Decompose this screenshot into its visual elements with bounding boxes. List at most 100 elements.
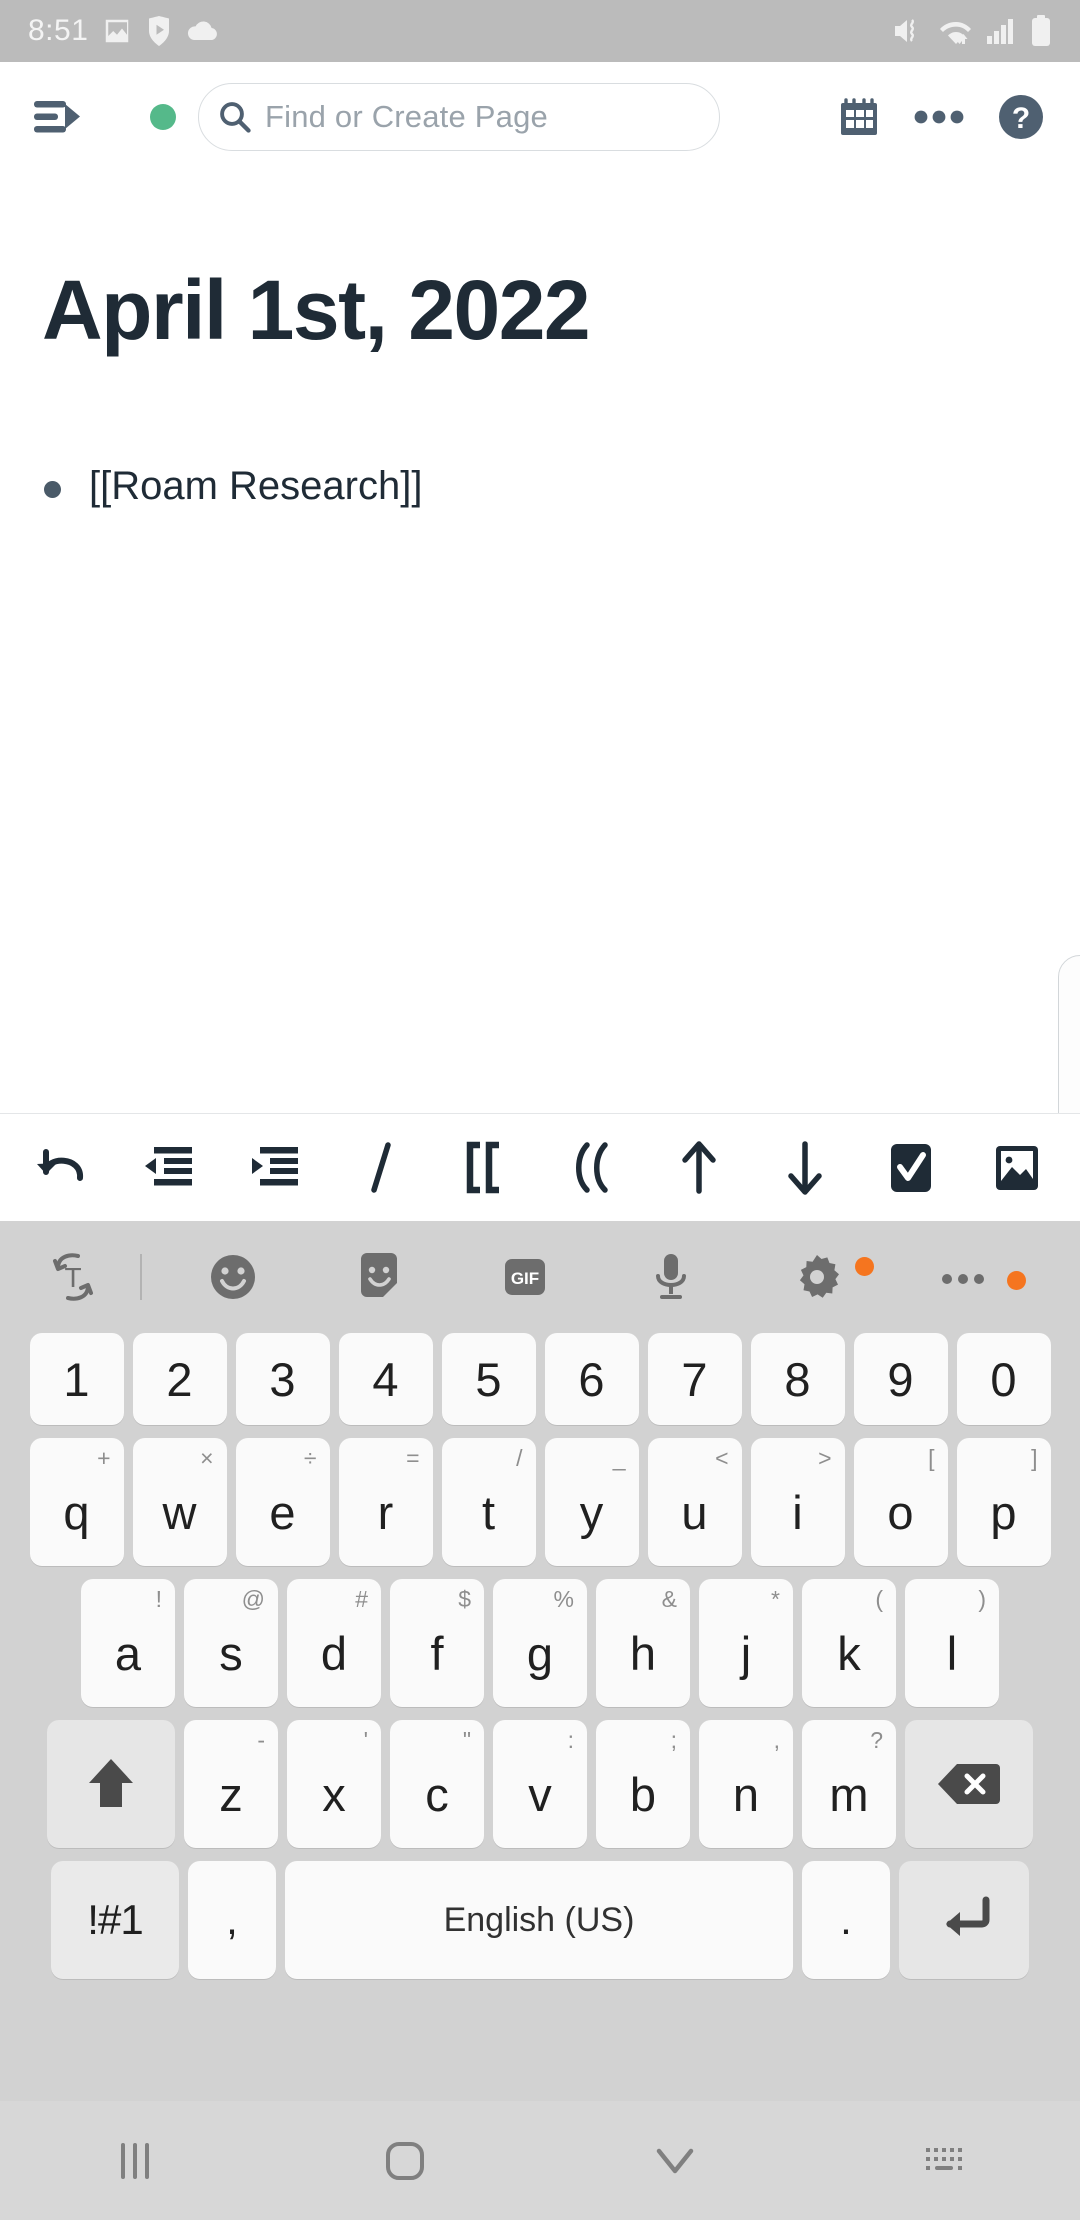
key-p[interactable]: ] p [956,1438,1051,1566]
key-g[interactable]: % g [493,1579,587,1707]
backspace-key[interactable] [905,1720,1033,1848]
key-e[interactable]: ÷ e [235,1438,330,1566]
cloud-icon [188,21,218,40]
key-w[interactable]: × w [132,1438,227,1566]
key-i[interactable]: > i [750,1438,845,1566]
keyboard-switcher-icon [926,2147,962,2170]
help-circle-icon[interactable]: ? [998,94,1044,140]
period-key[interactable]: . [802,1861,890,1979]
key-label: 7 [681,1352,708,1406]
key-3[interactable]: 3 [235,1333,330,1425]
recents-icon [121,2142,149,2179]
key-c[interactable]: " c [390,1720,484,1848]
keyboard-more-button[interactable] [890,1269,1036,1290]
key-2[interactable]: 2 [132,1333,227,1425]
key-s[interactable]: @ s [184,1579,278,1707]
key-m[interactable]: ? m [802,1720,896,1848]
key-z[interactable]: -z [184,1720,278,1848]
key-k[interactable]: (k [802,1579,896,1707]
image-button[interactable] [980,1131,1054,1205]
key-o[interactable]: [o [853,1438,948,1566]
key-label: 4 [372,1352,399,1406]
key-b[interactable]: ; b [596,1720,690,1848]
key-x[interactable]: ' x [287,1720,381,1848]
bullet-icon [44,481,61,498]
space-key[interactable]: English (US) [285,1861,793,1979]
calendar-icon[interactable] [838,95,880,139]
key-label: d [320,1627,348,1680]
key-q[interactable]: + q [29,1438,124,1566]
enter-key[interactable] [899,1861,1029,1979]
symbols-key[interactable]: !#1 [51,1861,179,1979]
emoji-button[interactable] [160,1249,306,1305]
key-8[interactable]: 8 [750,1333,845,1425]
key-label: i [792,1486,803,1539]
more-horizontal-icon [942,1274,984,1284]
key-0[interactable]: 0 [956,1333,1051,1425]
home-icon [386,2141,424,2180]
undo-button[interactable] [26,1131,100,1205]
key-y[interactable]: _ y [544,1438,639,1566]
move-up-button[interactable] [662,1131,736,1205]
keyboard-switch-button[interactable] [810,2143,1080,2179]
key-label: a [114,1627,142,1680]
outdent-button[interactable] [132,1131,206,1205]
key-t[interactable]: / t [441,1438,536,1566]
comma-key[interactable]: , [188,1861,276,1979]
keyboard-rows: 1 2 3 4 5 6 7 8 9 0 + q × w ÷ e = r / t _ y < u… [0,1333,1080,1979]
key-a[interactable]: ! a [81,1579,175,1707]
voice-input-button[interactable] [598,1248,744,1306]
key-label: 8 [784,1352,811,1406]
key-label: n [732,1768,760,1821]
key-j[interactable]: * j [699,1579,793,1707]
key-r[interactable]: = r [338,1438,433,1566]
hide-keyboard-button[interactable] [540,2145,810,2177]
block-ref-button[interactable] [556,1131,630,1205]
home-button[interactable] [270,2139,540,2183]
recents-button[interactable] [0,2140,270,2182]
key-9[interactable]: 9 [853,1333,948,1425]
move-down-button[interactable] [768,1131,842,1205]
key-label: c [425,1768,449,1821]
key-label: y [579,1486,604,1539]
search-input[interactable]: Find or Create Page [198,83,720,151]
key-label: 3 [269,1352,296,1406]
indent-button[interactable] [238,1131,312,1205]
key-f[interactable]: $ f [390,1579,484,1707]
key-u[interactable]: < u [647,1438,742,1566]
key-label: !#1 [87,1896,143,1943]
key-label: p [990,1486,1017,1539]
shift-key[interactable] [47,1720,175,1848]
key-5[interactable]: 5 [441,1333,536,1425]
page-link-button[interactable] [450,1131,524,1205]
more-horizontal-icon[interactable] [914,109,964,125]
key-6[interactable]: 6 [544,1333,639,1425]
key-alt-label: $ [458,1586,471,1612]
page-title[interactable]: April 1st, 2022 [42,268,1080,352]
key-h[interactable]: & h [596,1579,690,1707]
block-row[interactable]: [[Roam Research]] [44,460,1080,512]
key-alt-label: ÷ [303,1445,317,1471]
key-v[interactable]: :v [493,1720,587,1848]
key-7[interactable]: 7 [647,1333,742,1425]
key-label: . [840,1896,852,1943]
key-alt-label: : [567,1727,574,1753]
key-label: m [829,1768,869,1821]
keyboard-settings-button[interactable] [744,1251,890,1303]
toolbar-divider [140,1254,142,1300]
slash-command-button[interactable] [344,1131,418,1205]
sidebar-toggle-icon[interactable] [30,89,86,145]
key-4[interactable]: 4 [338,1333,433,1425]
gif-button[interactable]: GIF [452,1251,598,1303]
sticker-button[interactable] [306,1249,452,1305]
translate-button[interactable]: T [44,1248,134,1306]
todo-button[interactable] [874,1131,948,1205]
key-l[interactable]: ) l [905,1579,999,1707]
block-text[interactable]: [[Roam Research]] [89,460,422,512]
key-n[interactable]: ,n [699,1720,793,1848]
key-alt-label: - [257,1727,265,1753]
key-1[interactable]: 1 [29,1333,124,1425]
microphone-icon [656,1254,686,1299]
key-d[interactable]: # d [287,1579,381,1707]
status-bar-right [892,15,1052,47]
